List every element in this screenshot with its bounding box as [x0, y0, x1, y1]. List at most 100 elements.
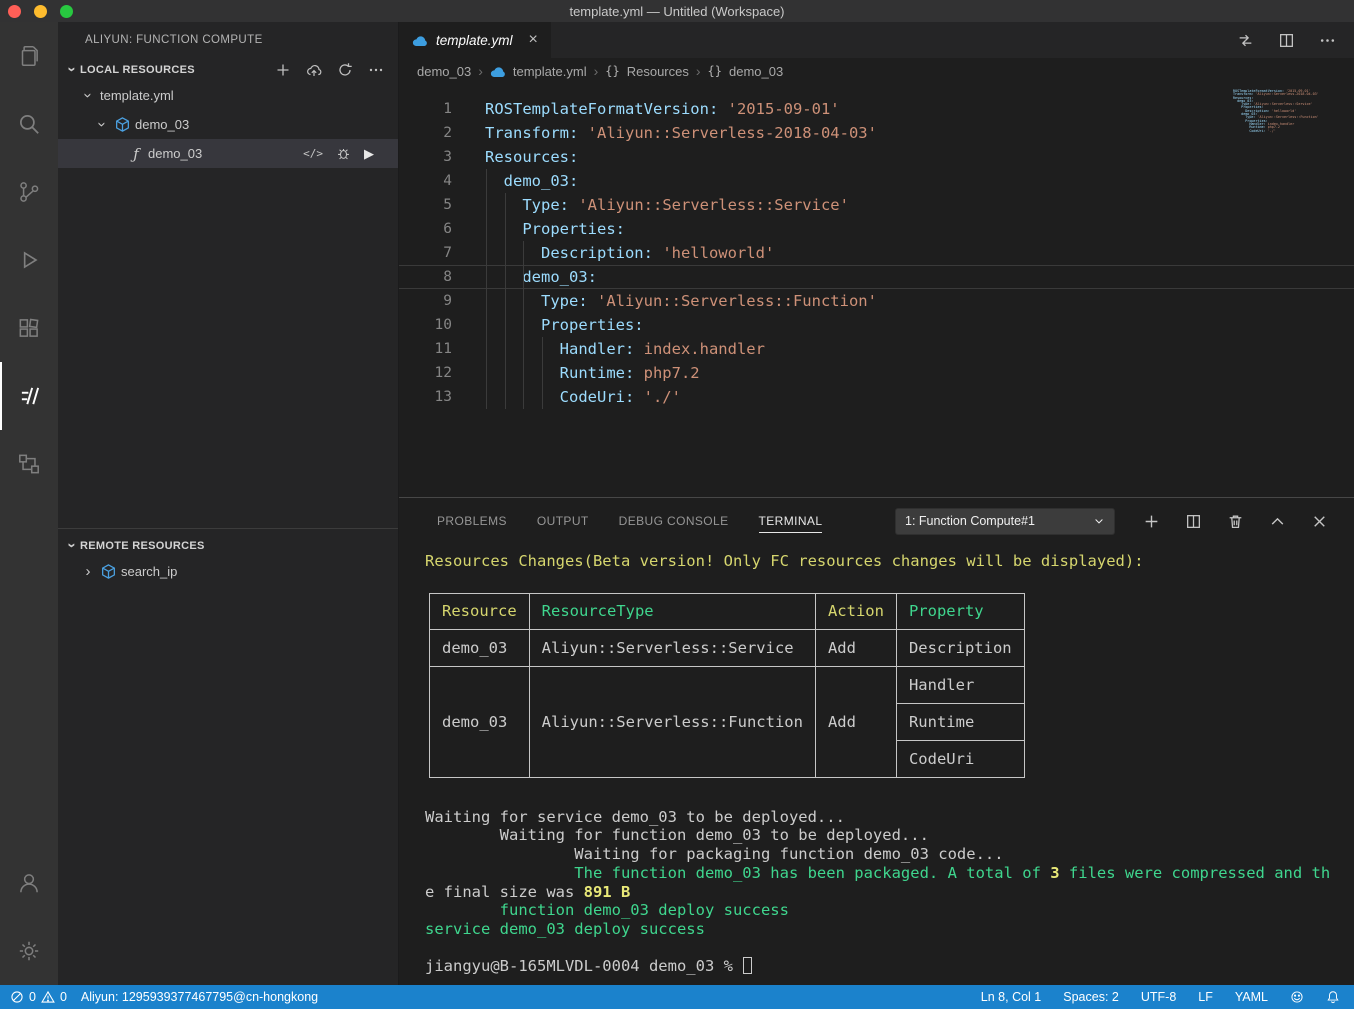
close-tab-icon[interactable]: ×: [529, 31, 538, 49]
split-editor-icon[interactable]: [1278, 32, 1295, 49]
remote-resources-header[interactable]: › REMOTE RESOURCES: [58, 534, 398, 557]
tab-output[interactable]: OUTPUT: [537, 510, 589, 532]
problems-status[interactable]: 0 0: [10, 990, 67, 1004]
local-resources-section: › LOCAL RESOURCES › template.yml ›: [58, 58, 398, 168]
tree-item-label: demo_03: [135, 117, 189, 132]
line-number: 1: [399, 97, 452, 121]
cell-action: Add: [815, 666, 896, 777]
breadcrumb-node-demo03[interactable]: demo_03: [729, 64, 783, 79]
settings-gear-icon[interactable]: [0, 917, 58, 985]
add-resource-icon[interactable]: [275, 62, 291, 78]
breadcrumb-file[interactable]: template.yml: [513, 64, 587, 79]
search-icon[interactable]: [0, 90, 58, 158]
local-invoke-icon[interactable]: </>: [303, 147, 323, 160]
close-window-button[interactable]: [8, 5, 21, 18]
breadcrumb-node-resources[interactable]: Resources: [627, 64, 689, 79]
code-line[interactable]: 2Transform: 'Aliyun::Serverless-2018-04-…: [399, 121, 1354, 145]
activity-bar: [0, 22, 58, 985]
zoom-window-button[interactable]: [60, 5, 73, 18]
eol-status[interactable]: LF: [1198, 990, 1213, 1004]
tree-item-template-yml[interactable]: › template.yml: [58, 81, 398, 110]
close-panel-icon[interactable]: [1311, 513, 1328, 530]
kill-terminal-trash-icon[interactable]: [1227, 513, 1244, 530]
line-number: 13: [399, 385, 452, 409]
status-bar: 0 0 Aliyun: 1295939377467795@cn-hongkong…: [0, 985, 1354, 1009]
language-mode-status[interactable]: YAML: [1235, 990, 1268, 1004]
table-header-row: Resource ResourceType Action Property: [430, 593, 1025, 629]
tab-terminal[interactable]: TERMINAL: [759, 510, 823, 533]
maximize-panel-icon[interactable]: [1269, 513, 1286, 530]
chevron-right-icon: ›: [80, 563, 96, 580]
extensions-icon[interactable]: [0, 294, 58, 362]
local-resources-header[interactable]: › LOCAL RESOURCES: [58, 58, 398, 81]
cell-resource: demo_03: [430, 629, 530, 666]
tree-item-search-ip[interactable]: › search_ip: [58, 557, 398, 586]
minimize-window-button[interactable]: [34, 5, 47, 18]
cursor-position-status[interactable]: Ln 8, Col 1: [981, 990, 1041, 1004]
feedback-smiley-icon[interactable]: [1290, 990, 1304, 1004]
tab-debug-console[interactable]: DEBUG CONSOLE: [619, 510, 729, 532]
code-line[interactable]: 1ROSTemplateFormatVersion: '2015-09-01': [399, 97, 1354, 121]
object-symbol-icon: {}: [708, 64, 722, 78]
remote-resources-section: › REMOTE RESOURCES › search_ip: [58, 528, 398, 586]
code-line[interactable]: 10 Properties:: [399, 313, 1354, 337]
cell-property: Handler: [896, 666, 1024, 703]
account-icon[interactable]: [0, 849, 58, 917]
split-terminal-icon[interactable]: [1185, 513, 1202, 530]
terminal-line: Waiting for packaging function demo_03 c…: [425, 845, 1354, 864]
notifications-bell-icon[interactable]: [1326, 990, 1340, 1004]
chevron-right-icon: ›: [696, 63, 701, 79]
code-editor[interactable]: 1ROSTemplateFormatVersion: '2015-09-01'2…: [399, 84, 1354, 497]
terminal-instance-select[interactable]: 1: Function Compute#1: [895, 508, 1115, 535]
cell-resource: demo_03: [430, 666, 530, 777]
more-actions-icon[interactable]: [368, 62, 384, 78]
more-actions-icon[interactable]: [1319, 32, 1336, 49]
new-terminal-icon[interactable]: [1143, 513, 1160, 530]
tree-item-service-demo-03[interactable]: › demo_03: [58, 110, 398, 139]
open-changes-icon[interactable]: [1237, 32, 1254, 49]
code-line[interactable]: 5 Type: 'Aliyun::Serverless::Service': [399, 193, 1354, 217]
run-debug-icon[interactable]: [0, 226, 58, 294]
chevron-down-icon: ›: [94, 117, 111, 133]
titlebar: template.yml — Untitled (Workspace): [0, 0, 1354, 22]
deploy-cloud-icon[interactable]: [306, 62, 322, 78]
tab-problems[interactable]: PROBLEMS: [437, 510, 507, 532]
terminal-prompt[interactable]: jiangyu@B-165MLVDL-0004 demo_03 %: [425, 957, 1354, 976]
terminal-instance-label: 1: Function Compute#1: [905, 514, 1035, 528]
remote-resources-label: REMOTE RESOURCES: [80, 540, 205, 552]
aliyun-function-compute-icon[interactable]: [0, 362, 58, 430]
debug-bug-icon[interactable]: [336, 146, 351, 161]
minimap[interactable]: ROSTemplateFormatVersion: '2015-09-01'Tr…: [1233, 90, 1345, 133]
line-number: 6: [399, 217, 452, 241]
traffic-lights: [8, 5, 73, 18]
terminal-intro-line: Resources Changes(Beta version! Only FC …: [425, 552, 1354, 571]
terminal-output[interactable]: Resources Changes(Beta version! Only FC …: [399, 544, 1354, 985]
minimap-content: ROSTemplateFormatVersion: '2015-09-01'Tr…: [1233, 90, 1345, 133]
aliyun-account-status[interactable]: Aliyun: 1295939377467795@cn-hongkong: [81, 990, 318, 1004]
code-line[interactable]: 6 Properties:: [399, 217, 1354, 241]
refresh-icon[interactable]: [337, 62, 353, 78]
encoding-status[interactable]: UTF-8: [1141, 990, 1176, 1004]
error-circle-slash-icon: [10, 990, 24, 1004]
tree-item-function-demo-03[interactable]: ƒ demo_03 </> ▶: [58, 139, 398, 168]
code-line[interactable]: 8 demo_03:: [399, 265, 1354, 289]
local-resources-label: LOCAL RESOURCES: [80, 64, 195, 76]
indentation-status[interactable]: Spaces: 2: [1063, 990, 1119, 1004]
explorer-icon[interactable]: [0, 22, 58, 90]
code-line[interactable]: 4 demo_03:: [399, 169, 1354, 193]
vscode-window: template.yml — Untitled (Workspace) ALIY…: [0, 0, 1354, 1009]
breadcrumb-folder[interactable]: demo_03: [417, 64, 471, 79]
terminal-line: Waiting for function demo_03 to be deplo…: [425, 826, 1354, 845]
remote-invoke-play-icon[interactable]: ▶: [364, 146, 374, 162]
aliyun-file-icon: [490, 65, 506, 78]
line-number: 2: [399, 121, 452, 145]
aliyun-workflow-icon[interactable]: [0, 430, 58, 498]
code-line[interactable]: 7 Description: 'helloworld': [399, 241, 1354, 265]
terminal-line: The function demo_03 has been packaged. …: [425, 864, 1354, 883]
code-line[interactable]: 9 Type: 'Aliyun::Serverless::Function': [399, 289, 1354, 313]
aliyun-file-icon: [412, 34, 428, 47]
breadcrumb: demo_03 › template.yml › {} Resources › …: [399, 58, 1354, 84]
code-line[interactable]: 3Resources:: [399, 145, 1354, 169]
tab-template-yml[interactable]: template.yml ×: [399, 22, 551, 58]
source-control-icon[interactable]: [0, 158, 58, 226]
